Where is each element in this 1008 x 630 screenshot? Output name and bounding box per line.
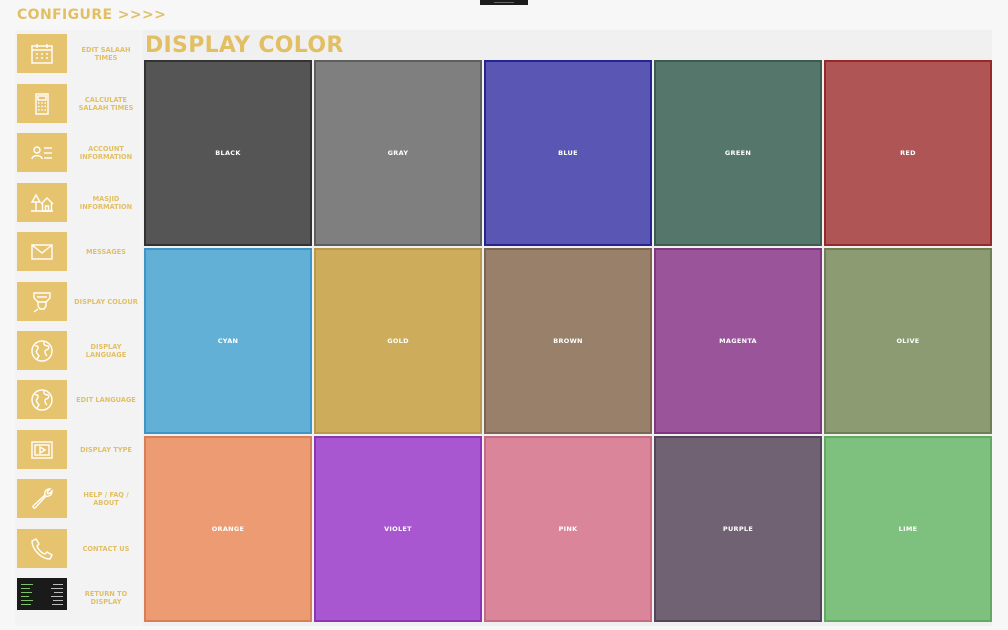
- color-label: VIOLET: [384, 525, 412, 533]
- sidebar-item-label: EDIT SALAAH TIMES: [81, 45, 131, 63]
- video-icon: [17, 430, 67, 469]
- color-label: GRAY: [387, 149, 409, 157]
- display-thumbnail: [17, 578, 67, 610]
- calendar-icon: [17, 34, 67, 73]
- sidebar-item-account-information[interactable]: ACCOUNT INFORMATION: [15, 129, 141, 177]
- sidebar-item-label: ACCOUNT INFORMATION: [79, 144, 133, 162]
- color-grid: BLACK GRAY BLUE GREEN RED CYAN GOLD BROW…: [144, 60, 992, 624]
- color-swatch-magenta[interactable]: MAGENTA: [654, 248, 822, 434]
- color-label: LIME: [898, 525, 918, 533]
- sidebar-menu: EDIT SALAAH TIMES CALCULATE SALAAH TIMES…: [15, 30, 141, 626]
- color-swatch-brown[interactable]: BROWN: [484, 248, 652, 434]
- sidebar-item-messages[interactable]: MESSAGES: [15, 228, 141, 276]
- color-label: MAGENTA: [719, 337, 757, 345]
- color-swatch-black[interactable]: BLACK: [144, 60, 312, 246]
- color-label: PINK: [558, 525, 578, 533]
- color-label: OLIVE: [896, 337, 920, 345]
- sidebar-item-label: CALCULATE SALAAH TIMES: [78, 95, 134, 113]
- color-label: BLACK: [215, 149, 241, 157]
- color-swatch-gray[interactable]: GRAY: [314, 60, 482, 246]
- color-swatch-cyan[interactable]: CYAN: [144, 248, 312, 434]
- color-label: ORANGE: [211, 525, 245, 533]
- sidebar-item-label: RETURN TO DISPLAY: [84, 589, 128, 607]
- wrench-icon: [17, 479, 67, 518]
- color-label: PURPLE: [722, 525, 754, 533]
- sidebar-item-label: DISPLAY LANGUAGE: [85, 342, 127, 360]
- sidebar-item-edit-salaah-times[interactable]: EDIT SALAAH TIMES: [15, 30, 141, 78]
- sidebar-item-label: CONTACT US: [82, 544, 130, 553]
- color-swatch-green[interactable]: GREEN: [654, 60, 822, 246]
- window-drag-handle: [480, 0, 528, 5]
- color-swatch-red[interactable]: RED: [824, 60, 992, 246]
- sidebar-item-label: DISPLAY COLOUR: [74, 297, 138, 306]
- sidebar-item-display-colour[interactable]: DISPLAY COLOUR: [15, 278, 141, 326]
- phone-icon: [17, 529, 67, 568]
- sidebar-item-return-to-display[interactable]: RETURN TO DISPLAY: [15, 574, 141, 622]
- color-swatch-olive[interactable]: OLIVE: [824, 248, 992, 434]
- color-label: GOLD: [387, 337, 409, 345]
- highlighter-icon: [17, 282, 67, 321]
- color-swatch-orange[interactable]: ORANGE: [144, 436, 312, 622]
- sidebar-item-edit-language[interactable]: EDIT LANGUAGE: [15, 376, 141, 424]
- globe-icon: [17, 331, 67, 370]
- color-label: RED: [900, 149, 916, 157]
- contact-card-icon: [17, 133, 67, 172]
- globe-icon: [17, 380, 67, 419]
- sidebar-item-label: HELP / FAQ / ABOUT: [83, 490, 129, 508]
- sidebar-item-calculate-salaah-times[interactable]: CALCULATE SALAAH TIMES: [15, 80, 141, 128]
- color-swatch-violet[interactable]: VIOLET: [314, 436, 482, 622]
- mail-icon: [17, 232, 67, 271]
- sidebar-item-label: MESSAGES: [85, 247, 127, 256]
- color-label: BLUE: [558, 149, 578, 157]
- sidebar-item-label: MASJID INFORMATION: [79, 194, 133, 212]
- sidebar-item-masjid-information[interactable]: MASJID INFORMATION: [15, 179, 141, 227]
- sidebar-item-help-faq-about[interactable]: HELP / FAQ / ABOUT: [15, 475, 141, 523]
- calculator-icon: [17, 84, 67, 123]
- color-swatch-purple[interactable]: PURPLE: [654, 436, 822, 622]
- sidebar-item-display-language[interactable]: DISPLAY LANGUAGE: [15, 327, 141, 375]
- sidebar-item-label: DISPLAY TYPE: [80, 445, 132, 454]
- color-label: CYAN: [217, 337, 239, 345]
- color-swatch-gold[interactable]: GOLD: [314, 248, 482, 434]
- color-label: BROWN: [553, 337, 583, 345]
- color-label: GREEN: [724, 149, 752, 157]
- home-icon: [17, 183, 67, 222]
- color-swatch-blue[interactable]: BLUE: [484, 60, 652, 246]
- color-swatch-lime[interactable]: LIME: [824, 436, 992, 622]
- configure-header: CONFIGURE >>>>: [17, 7, 167, 23]
- sidebar-item-contact-us[interactable]: CONTACT US: [15, 525, 141, 573]
- display-color-panel: DISPLAY COLOR BLACK GRAY BLUE GREEN RED …: [142, 30, 992, 626]
- sidebar-item-display-type[interactable]: DISPLAY TYPE: [15, 426, 141, 474]
- color-swatch-pink[interactable]: PINK: [484, 436, 652, 622]
- page-title: DISPLAY COLOR: [145, 33, 344, 58]
- sidebar-item-label: EDIT LANGUAGE: [76, 395, 136, 404]
